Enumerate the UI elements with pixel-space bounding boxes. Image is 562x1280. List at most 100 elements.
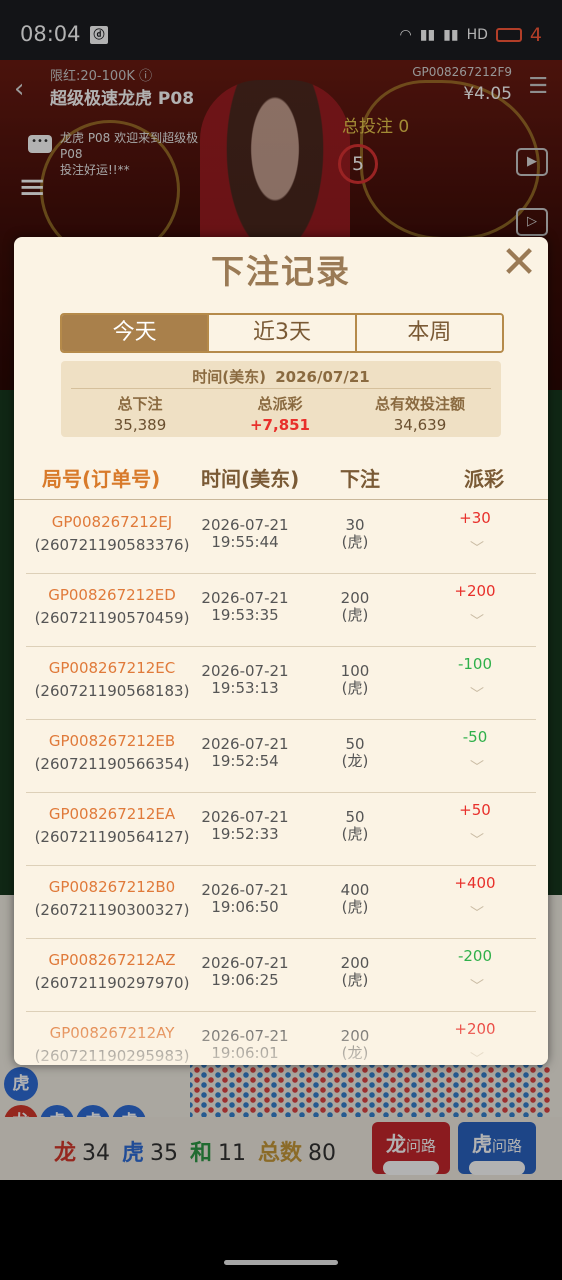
bet-amount: 400 (虎): [326, 882, 384, 916]
bet-time: 2026-07-21 19:55:44: [186, 517, 304, 551]
bet-time: 2026-07-21 19:52:54: [186, 736, 304, 770]
bet-time: 2026-07-21 19:53:35: [186, 590, 304, 624]
header-divider: [14, 499, 548, 500]
bet-date: 2026-07-21: [201, 808, 289, 826]
payout-value: +200: [454, 582, 496, 600]
tab-3-days[interactable]: 近3天: [209, 315, 357, 351]
bet-clock: 19:06:25: [211, 971, 279, 989]
bet-time: 2026-07-21 19:06:25: [186, 955, 304, 989]
bet-amount: 200 (虎): [326, 590, 384, 624]
summary-total-payout: 总派彩 +7,851: [207, 393, 353, 434]
bet-amount-value: 200: [340, 589, 370, 607]
round-id: GP008267212EJ: [51, 513, 173, 531]
bet-side: (虎): [341, 971, 369, 989]
bet-history-modal: 下注记录 ✕ 今天 近3天 本周 时间(美东) 2026/07/21 总下注 3…: [14, 237, 548, 1065]
total-bet-value: 35,389: [113, 416, 167, 434]
summary-total-bet: 总下注 35,389: [67, 393, 213, 434]
table-row[interactable]: GP008267212EB (260721190566354) 2026-07-21…: [26, 720, 536, 793]
bet-clock: 19:55:44: [211, 533, 279, 551]
round-id: GP008267212EA: [48, 805, 176, 823]
payout-value: +400: [454, 874, 496, 892]
payout-value: -200: [457, 947, 493, 965]
bet-clock: 19:52:54: [211, 752, 279, 770]
bet-clock: 19:52:33: [211, 825, 279, 843]
bet-side: (龙): [341, 752, 369, 770]
table-row[interactable]: GP008267212EC (260721190568183) 2026-07-21…: [26, 647, 536, 720]
order-number: (260721190568183): [34, 682, 190, 700]
tab-today[interactable]: 今天: [62, 315, 210, 351]
table-row[interactable]: GP008267212AZ (260721190297970) 2026-07-21…: [26, 939, 536, 1012]
column-header-time: 时间(美东): [201, 467, 300, 491]
bet-amount-value: 50: [345, 735, 365, 753]
bet-amount: 50 (龙): [326, 736, 384, 770]
order-number: (260721190300327): [34, 901, 190, 919]
bet-side: (虎): [341, 825, 369, 843]
chevron-down-icon[interactable]: ﹀: [462, 684, 492, 703]
order-number: (260721190570459): [34, 609, 190, 627]
order-number: (260721190566354): [34, 755, 190, 773]
round-id: GP008267212ED: [48, 586, 176, 604]
payout-value: +30: [459, 509, 491, 527]
bet-amount-value: 200: [340, 954, 370, 972]
date-range-tabs: 今天 近3天 本周: [60, 313, 504, 353]
payout-value: +50: [459, 801, 491, 819]
bet-amount-value: 30: [345, 516, 365, 534]
bet-date: 2026-07-21: [201, 662, 289, 680]
chevron-down-icon[interactable]: ﹀: [462, 830, 492, 849]
round-id: GP008267212EB: [48, 732, 176, 750]
round-id: GP008267212EC: [48, 659, 176, 677]
order-number: (260721190564127): [34, 828, 190, 846]
summary-date: 时间(美东) 2026/07/21: [61, 366, 501, 387]
bet-time: 2026-07-21 19:06:50: [186, 882, 304, 916]
summary-valid-bet: 总有效投注额 34,639: [347, 393, 493, 434]
total-payout-value: +7,851: [249, 416, 310, 434]
chevron-down-icon[interactable]: ﹀: [462, 538, 492, 557]
bet-side: (虎): [341, 679, 369, 697]
round-id: GP008267212AZ: [48, 951, 176, 969]
summary-divider: [71, 388, 491, 389]
chevron-down-icon[interactable]: ﹀: [462, 611, 492, 630]
bet-side: (虎): [341, 606, 369, 624]
valid-bet-label: 总有效投注额: [374, 395, 465, 413]
table-row[interactable]: GP008267212B0 (260721190300327) 2026-07-21…: [26, 866, 536, 939]
bet-amount-value: 50: [345, 808, 365, 826]
bet-date: 2026-07-21: [201, 516, 289, 534]
bet-amount: 50 (虎): [326, 809, 384, 843]
bet-side: (虎): [341, 898, 369, 916]
chevron-down-icon[interactable]: ﹀: [462, 903, 492, 922]
column-header-payout: 派彩: [464, 467, 504, 491]
bet-clock: 19:53:13: [211, 679, 279, 697]
table-row[interactable]: GP008267212EA (260721190564127) 2026-07-21…: [26, 793, 536, 866]
order-number: (260721190297970): [34, 974, 190, 992]
bet-date: 2026-07-21: [201, 589, 289, 607]
total-bet-label: 总下注: [117, 395, 163, 413]
summary-date-value: 2026/07/21: [275, 368, 370, 386]
bet-amount: 100 (虎): [326, 663, 384, 697]
bet-amount: 30 (虎): [326, 517, 384, 551]
payout-value: -100: [457, 655, 493, 673]
column-header-id: 局号(订单号): [42, 467, 161, 491]
summary-panel: 时间(美东) 2026/07/21 总下注 35,389 总派彩 +7,851 …: [61, 361, 501, 437]
column-header-bet: 下注: [340, 467, 380, 491]
bet-amount-value: 100: [340, 662, 370, 680]
bet-side: (虎): [341, 533, 369, 551]
bet-clock: 19:06:50: [211, 898, 279, 916]
payout-value: -50: [462, 728, 488, 746]
chevron-down-icon[interactable]: ﹀: [462, 976, 492, 995]
tab-this-week[interactable]: 本周: [356, 315, 502, 351]
bet-amount-value: 400: [340, 881, 370, 899]
bet-time: 2026-07-21 19:53:13: [186, 663, 304, 697]
bet-amount: 200 (虎): [326, 955, 384, 989]
table-row[interactable]: GP008267212ED (260721190570459) 2026-07-21…: [26, 574, 536, 647]
table-row[interactable]: GP008267212EJ (260721190583376) 2026-07-21…: [26, 501, 536, 574]
bet-time: 2026-07-21 19:52:33: [186, 809, 304, 843]
bet-date: 2026-07-21: [201, 735, 289, 753]
bet-clock: 19:53:35: [211, 606, 279, 624]
round-id: GP008267212B0: [48, 878, 176, 896]
bet-date: 2026-07-21: [201, 954, 289, 972]
bet-date: 2026-07-21: [201, 881, 289, 899]
summary-date-label: 时间(美东): [192, 368, 267, 386]
chevron-down-icon[interactable]: ﹀: [462, 757, 492, 776]
close-icon[interactable]: ✕: [498, 241, 540, 285]
order-number: (260721190583376): [34, 536, 190, 554]
